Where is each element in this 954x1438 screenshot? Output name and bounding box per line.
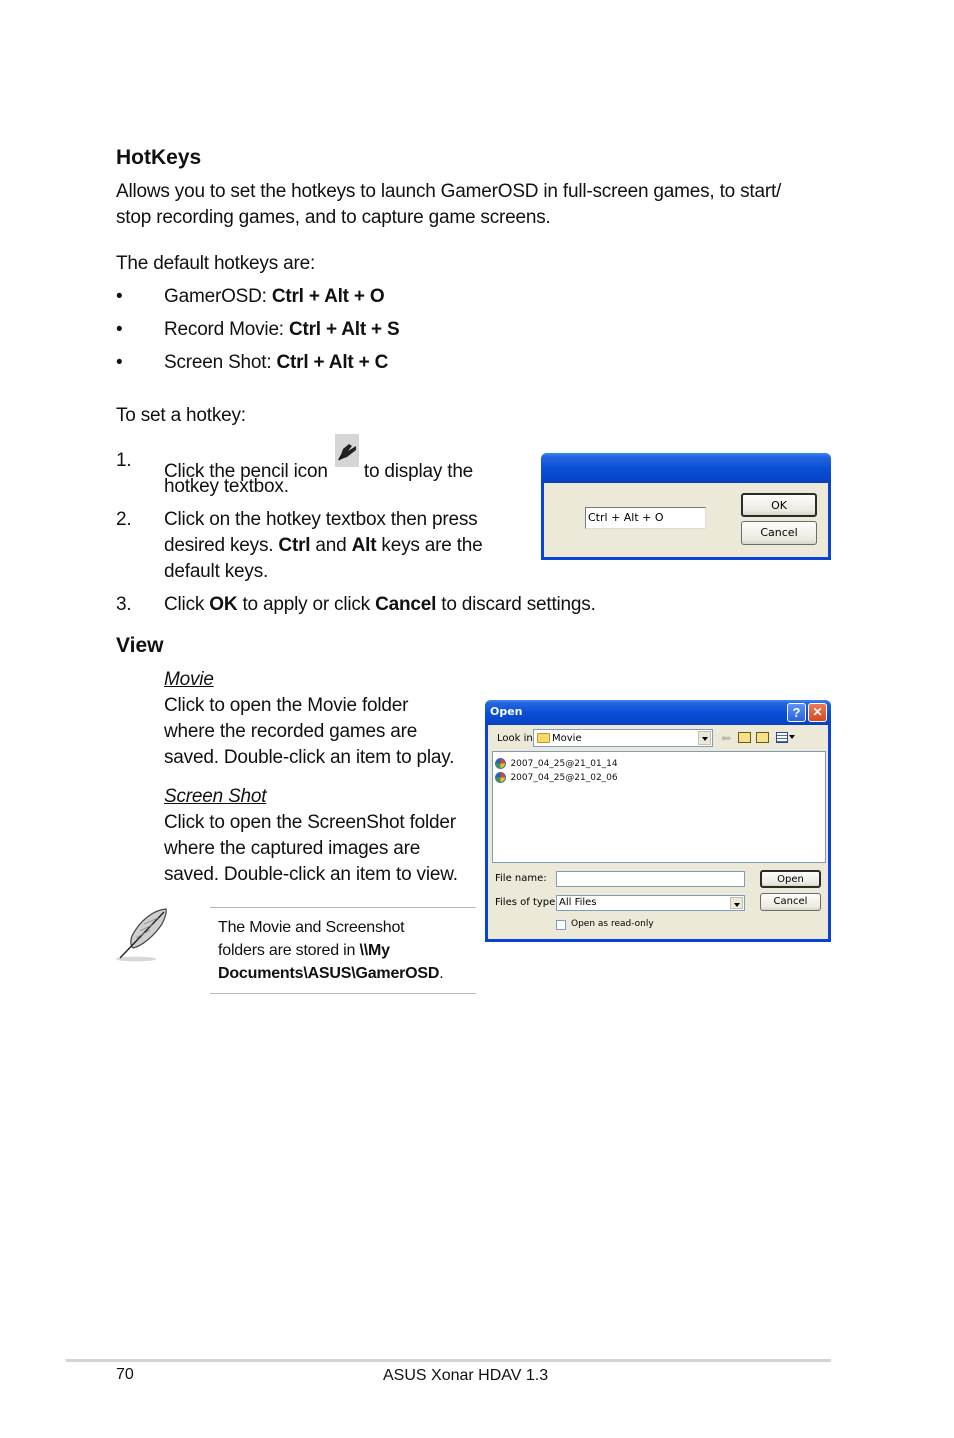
dialog-titlebar [541, 453, 831, 483]
note-text: The Movie and Screenshot folders are sto… [218, 916, 444, 985]
step-2-line2: desired keys. Ctrl and Alt keys are the [164, 533, 483, 559]
dialog-title: Open [490, 705, 523, 718]
hotkey-keys: Ctrl + Alt + S [288, 319, 400, 340]
step-text: to discard settings. [436, 594, 596, 615]
page-number: 70 [116, 1366, 134, 1383]
hotkey-dialog: Ctrl + Alt + O OK Cancel [541, 453, 831, 560]
set-hotkey-label: To set a hotkey: [116, 405, 246, 426]
note-divider-bottom [210, 993, 476, 994]
new-folder-icon[interactable] [756, 732, 769, 743]
hotkey-label: Record Movie: [164, 319, 289, 340]
step-text: and [310, 535, 352, 556]
hotkey-keys: Ctrl + Alt + O [271, 286, 385, 307]
media-file-icon [495, 758, 506, 770]
bullet: • [116, 319, 123, 340]
note-line: Documents\ASUS\GamerOSD. [218, 962, 444, 985]
hotkey-label: Screen Shot: [164, 352, 277, 373]
file-name: 2007_04_25@21_01_14 [510, 758, 618, 769]
file-item[interactable]: 2007_04_25@21_01_14 [495, 755, 618, 770]
media-file-icon [495, 772, 506, 784]
open-dialog: Open ? ✕ Look in: Movie ⬅ 2007_04_25@21_… [485, 700, 831, 942]
chevron-down-icon[interactable] [698, 731, 711, 745]
cancel-button[interactable]: Cancel [760, 893, 821, 911]
step-text: desired keys. [164, 535, 279, 556]
note-line: folders are stored in \\My [218, 939, 444, 962]
note-line: The Movie and Screenshot [218, 919, 405, 936]
readonly-label: Open as read-only [571, 919, 654, 929]
note-path: Documents\ASUS\GamerOSD [218, 965, 440, 982]
movie-desc-line3: saved. Double-click an item to play. [164, 747, 455, 768]
view-menu-chevron-icon[interactable] [789, 735, 795, 739]
note-text-span: . [439, 965, 444, 982]
list-item: Screen Shot: Ctrl + Alt + C [164, 350, 388, 376]
open-button[interactable]: Open [760, 870, 821, 888]
hotkeys-intro-line2: stop recording games, and to capture gam… [116, 207, 551, 228]
movie-desc-line2: where the recorded games are [164, 721, 418, 742]
feather-note-icon [114, 906, 172, 964]
hotkeys-heading: HotKeys [116, 146, 202, 169]
file-list[interactable]: 2007_04_25@21_01_14 2007_04_25@21_02_06 [492, 751, 826, 863]
defaults-label: The default hotkeys are: [116, 253, 316, 274]
step-text: keys are the [376, 535, 483, 556]
step-number: 1. [116, 450, 132, 471]
look-in-label: Look in: [497, 733, 537, 744]
key-name: OK [209, 594, 238, 615]
step-3-line1: Click OK to apply or click Cancel to dis… [164, 592, 596, 618]
step-number: 3. [116, 594, 132, 615]
hotkey-textbox[interactable]: Ctrl + Alt + O [585, 507, 706, 529]
footer-rule [66, 1359, 831, 1362]
list-item: Record Movie: Ctrl + Alt + S [164, 317, 400, 343]
view-menu-icon[interactable] [776, 732, 788, 743]
files-of-type-select[interactable]: All Files [556, 895, 745, 911]
files-of-type-value: All Files [559, 897, 597, 908]
chevron-down-icon[interactable] [730, 897, 743, 909]
view-heading: View [116, 634, 164, 657]
hotkeys-intro-line1: Allows you to set the hotkeys to launch … [116, 181, 782, 202]
ok-button[interactable]: OK [741, 493, 817, 517]
files-of-type-label: Files of type: [495, 897, 559, 908]
file-item[interactable]: 2007_04_25@21_02_06 [495, 769, 618, 784]
note-text-span: folders are stored in [218, 942, 360, 959]
file-name-input[interactable] [556, 871, 745, 887]
dialog-titlebar: Open ? ✕ [485, 700, 831, 725]
note-path: \\My [359, 942, 390, 959]
back-arrow-icon[interactable]: ⬅ [721, 732, 731, 744]
key-name: Ctrl [278, 535, 311, 556]
screenshot-desc-line1: Click to open the ScreenShot folder [164, 812, 456, 833]
step-text: to apply or click [237, 594, 376, 615]
close-button[interactable]: ✕ [808, 703, 827, 722]
file-name-label: File name: [495, 873, 547, 884]
look-in-value: Movie [552, 733, 582, 744]
cancel-button[interactable]: Cancel [741, 521, 817, 545]
step-2-line3: default keys. [164, 561, 269, 582]
step-number: 2. [116, 509, 132, 530]
key-name: Alt [351, 535, 377, 556]
key-name: Cancel [375, 594, 437, 615]
hotkey-keys: Ctrl + Alt + C [276, 352, 389, 373]
screenshot-desc-line2: where the captured images are [164, 838, 421, 859]
step-1-line2: hotkey textbox. [164, 476, 289, 497]
screenshot-desc-line3: saved. Double-click an item to view. [164, 864, 458, 885]
readonly-checkbox[interactable] [556, 920, 566, 930]
note-divider-top [210, 907, 476, 908]
list-item: GamerOSD: Ctrl + Alt + O [164, 284, 385, 310]
up-folder-icon[interactable] [738, 732, 751, 743]
step-2-line1: Click on the hotkey textbox then press [164, 509, 478, 530]
folder-icon [537, 733, 550, 743]
pencil-icon [334, 434, 359, 467]
bullet: • [116, 352, 123, 373]
bullet: • [116, 286, 123, 307]
file-name: 2007_04_25@21_02_06 [510, 772, 618, 783]
step-text: Click [164, 594, 210, 615]
look-in-select[interactable]: Movie [533, 729, 713, 747]
movie-desc-line1: Click to open the Movie folder [164, 695, 409, 716]
hotkey-label: GamerOSD: [164, 286, 272, 307]
help-button[interactable]: ? [787, 703, 806, 722]
footer-title: ASUS Xonar HDAV 1.3 [383, 1367, 549, 1384]
movie-subheading: Movie [164, 669, 214, 690]
screenshot-subheading: Screen Shot [164, 786, 267, 807]
step-text: to display the [358, 461, 474, 482]
